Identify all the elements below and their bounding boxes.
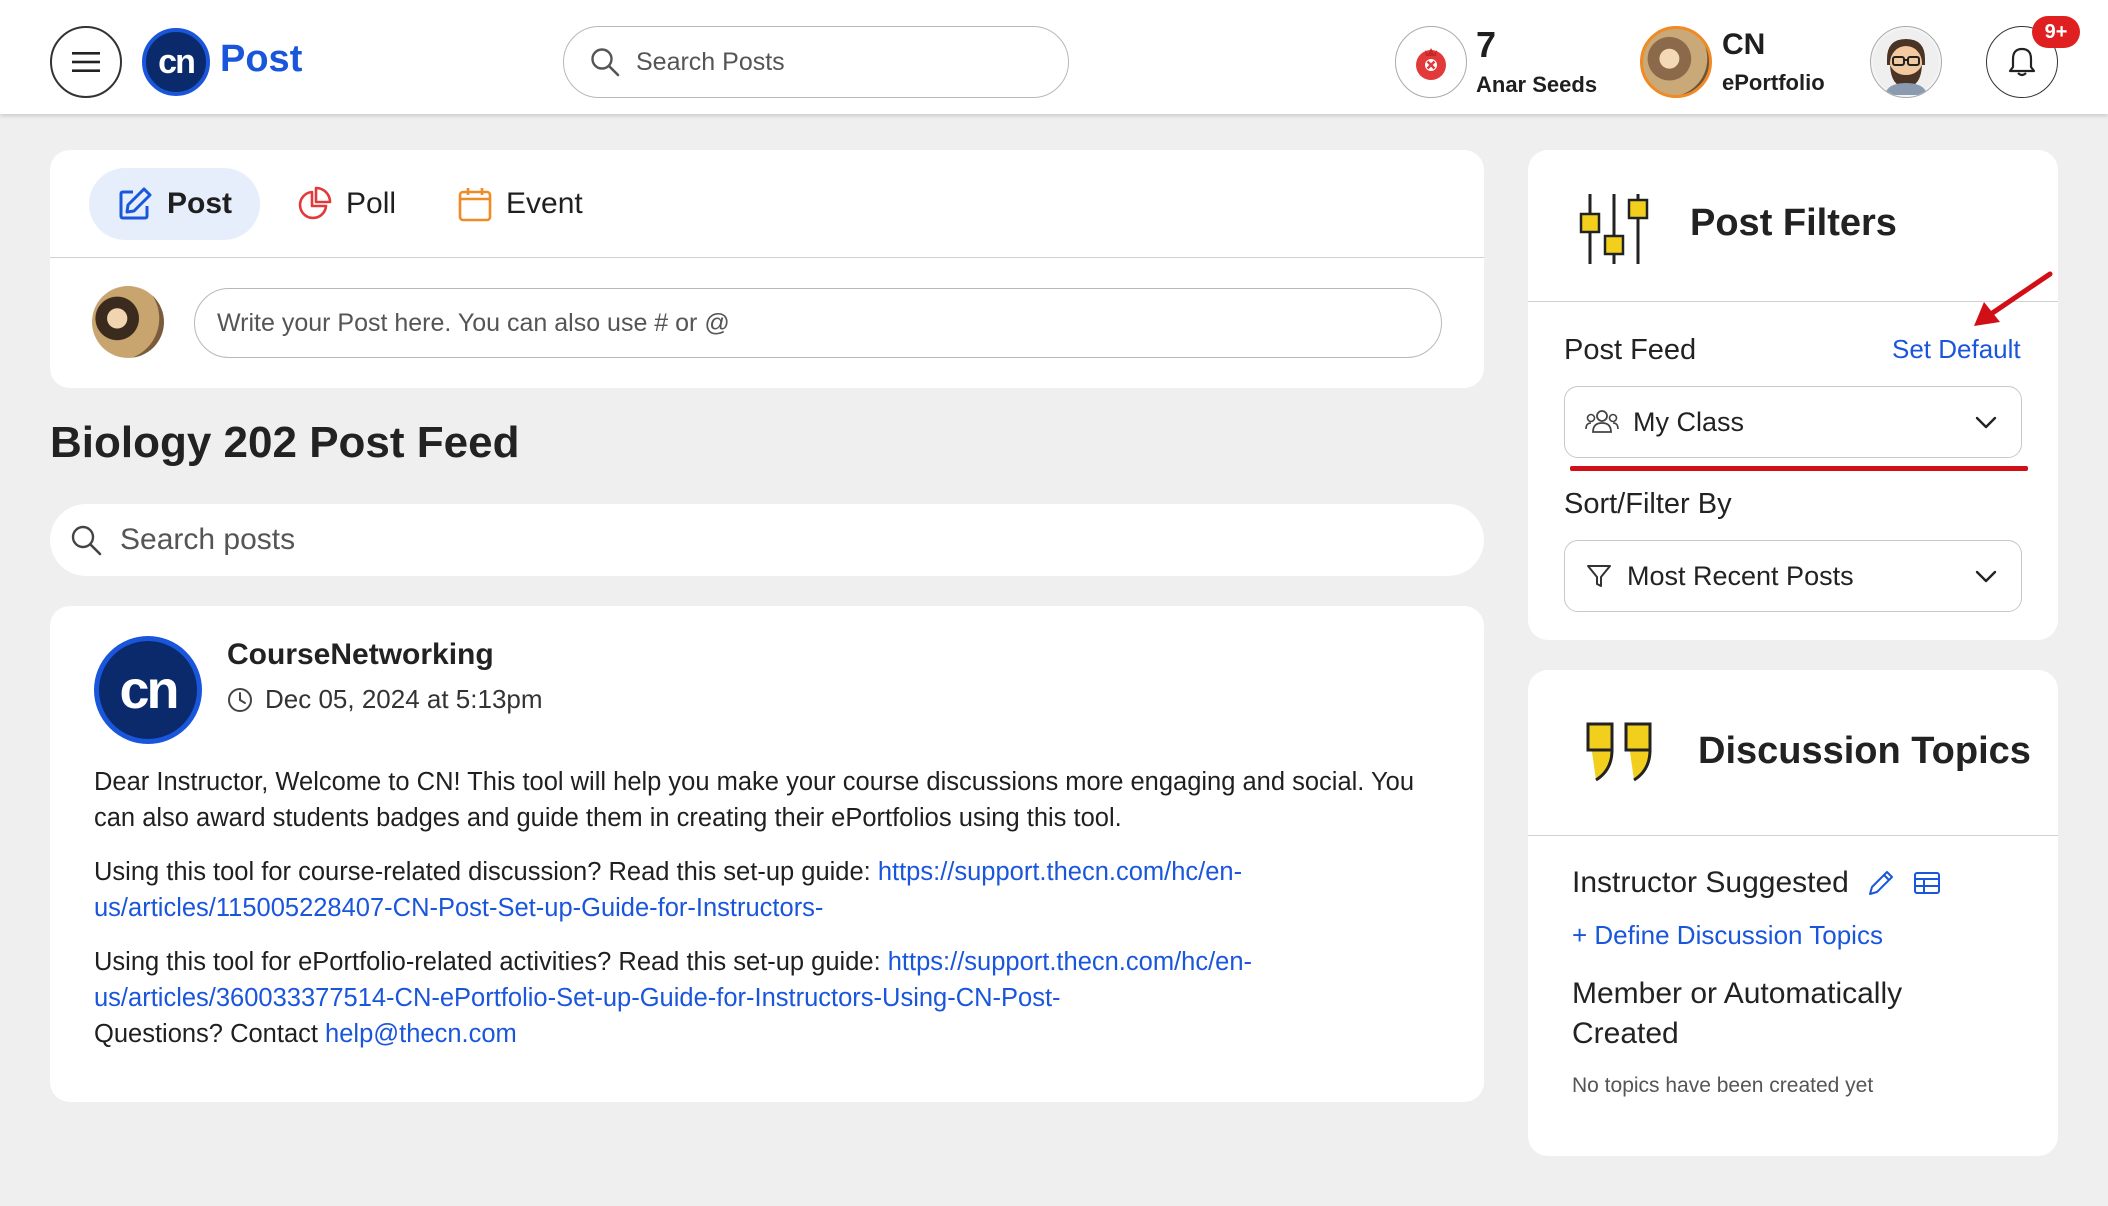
- eportfolio-avatar[interactable]: [1640, 26, 1712, 98]
- feed-search-placeholder: Search posts: [120, 523, 296, 556]
- instructor-suggested-row: Instructor Suggested: [1572, 866, 1941, 900]
- tab-poll-label: Poll: [346, 187, 397, 220]
- bearded-avatar-icon: [1873, 29, 1939, 95]
- search-icon: [71, 525, 102, 556]
- notification-count-badge: 9+: [2032, 16, 2080, 48]
- sort-filter-label: Sort/Filter By: [1564, 488, 1732, 520]
- annotation-underline: [1570, 466, 2028, 471]
- composer-tabs: Post Poll Event: [50, 150, 1484, 258]
- app-title: Post: [220, 38, 303, 80]
- sliders-icon: [1579, 194, 1649, 264]
- post-paragraph-3-text: Using this tool for ePortfolio-related a…: [94, 948, 888, 976]
- clock-icon: [228, 687, 252, 712]
- search-icon: [591, 48, 620, 77]
- post-paragraph-4-text: Questions? Contact: [94, 1020, 326, 1048]
- eportfolio-title[interactable]: CN: [1722, 28, 1765, 62]
- pencil-icon: [1868, 871, 1893, 895]
- tab-post-label: Post: [167, 187, 233, 220]
- feed-title: Biology 202 Post Feed: [50, 418, 520, 467]
- no-topics-message: No topics have been created yet: [1572, 1074, 1874, 1097]
- top-search-input[interactable]: Search Posts: [563, 26, 1069, 98]
- discussion-topics-title: Discussion Topics: [1698, 730, 2031, 772]
- post-body: Dear Instructor, Welcome to CN! This too…: [94, 764, 1444, 1070]
- anar-seeds-count: 7: [1476, 24, 1497, 65]
- anar-seeds-button[interactable]: [1395, 26, 1467, 98]
- quote-icon: [1586, 722, 1652, 782]
- member-created-label: Member or Automatically Created: [1572, 977, 1903, 1050]
- anar-seeds-label: Anar Seeds: [1476, 72, 1598, 97]
- post-author-avatar[interactable]: cn: [94, 636, 202, 744]
- contact-email-link[interactable]: help@thecn.com: [325, 1020, 517, 1048]
- discussion-topics-panel: Discussion Topics Instructor Suggested +…: [1528, 670, 2058, 1156]
- bell-icon: [2008, 47, 2036, 77]
- edit-icon: [119, 187, 152, 220]
- post-composer-input[interactable]: Write your Post here. You can also use #…: [194, 288, 1442, 358]
- tab-event[interactable]: Event: [430, 168, 611, 240]
- post-feed-label: Post Feed: [1564, 334, 1697, 366]
- post-composer: Post Poll Event Write your Post here. Yo…: [50, 150, 1484, 388]
- eportfolio-subtitle[interactable]: ePortfolio: [1722, 70, 1825, 96]
- discussion-topics-header: Discussion Topics: [1528, 670, 2058, 836]
- post-filters-title: Post Filters: [1690, 202, 1897, 244]
- user-avatar[interactable]: [1870, 26, 1942, 98]
- post-feed-value: My Class: [1633, 406, 1745, 437]
- composer-avatar: [92, 286, 164, 358]
- pomegranate-icon: [1416, 48, 1446, 80]
- pie-chart-icon: [298, 186, 332, 220]
- post-timestamp: Dec 05, 2024 at 5:13pm: [227, 684, 543, 715]
- post-card: cn CourseNetworking Dec 05, 2024 at 5:13…: [50, 606, 1484, 1102]
- chevron-down-icon: [1975, 570, 1997, 583]
- sort-filter-select[interactable]: Most Recent Posts: [1564, 540, 2022, 612]
- post-paragraph-2-text: Using this tool for course-related discu…: [94, 858, 878, 886]
- top-bar: cn Post Search Posts 7 Anar Seeds CN ePo…: [0, 0, 2108, 114]
- post-paragraph-2: Using this tool for course-related discu…: [94, 854, 1444, 926]
- set-default-link[interactable]: Set Default: [1892, 334, 2021, 365]
- tab-event-label: Event: [506, 187, 583, 220]
- post-paragraph-4: Questions? Contact help@thecn.com: [94, 1016, 1444, 1052]
- menu-icon: [72, 52, 100, 72]
- group-icon: [1585, 410, 1619, 433]
- feed-search-input[interactable]: Search posts: [50, 504, 1484, 576]
- post-filters-panel: Post Filters Post Feed Set Default My Cl…: [1528, 150, 2058, 640]
- tab-poll[interactable]: Poll: [268, 168, 424, 240]
- post-paragraph-3: Using this tool for ePortfolio-related a…: [94, 944, 1444, 1016]
- table-icon: [1913, 872, 1940, 894]
- post-feed-select[interactable]: My Class: [1564, 386, 2022, 458]
- edit-topics-button[interactable]: [1867, 869, 1895, 897]
- tab-post[interactable]: Post: [89, 168, 261, 240]
- top-search-placeholder: Search Posts: [636, 47, 785, 76]
- cn-logo[interactable]: cn: [142, 28, 210, 96]
- post-time-text: Dec 05, 2024 at 5:13pm: [265, 684, 543, 714]
- filter-icon: [1587, 565, 1611, 587]
- sort-filter-value: Most Recent Posts: [1627, 560, 1854, 591]
- table-view-button[interactable]: [1913, 870, 1941, 896]
- post-paragraph-1: Dear Instructor, Welcome to CN! This too…: [94, 768, 1415, 832]
- hamburger-menu-button[interactable]: [50, 26, 122, 98]
- post-author-name[interactable]: CourseNetworking: [227, 638, 494, 672]
- define-topics-link[interactable]: + Define Discussion Topics: [1572, 920, 1883, 951]
- annotation-arrow: [1974, 271, 2053, 326]
- calendar-icon: [458, 188, 492, 222]
- instructor-suggested-label: Instructor Suggested: [1572, 866, 1849, 899]
- chevron-down-icon: [1975, 416, 1997, 429]
